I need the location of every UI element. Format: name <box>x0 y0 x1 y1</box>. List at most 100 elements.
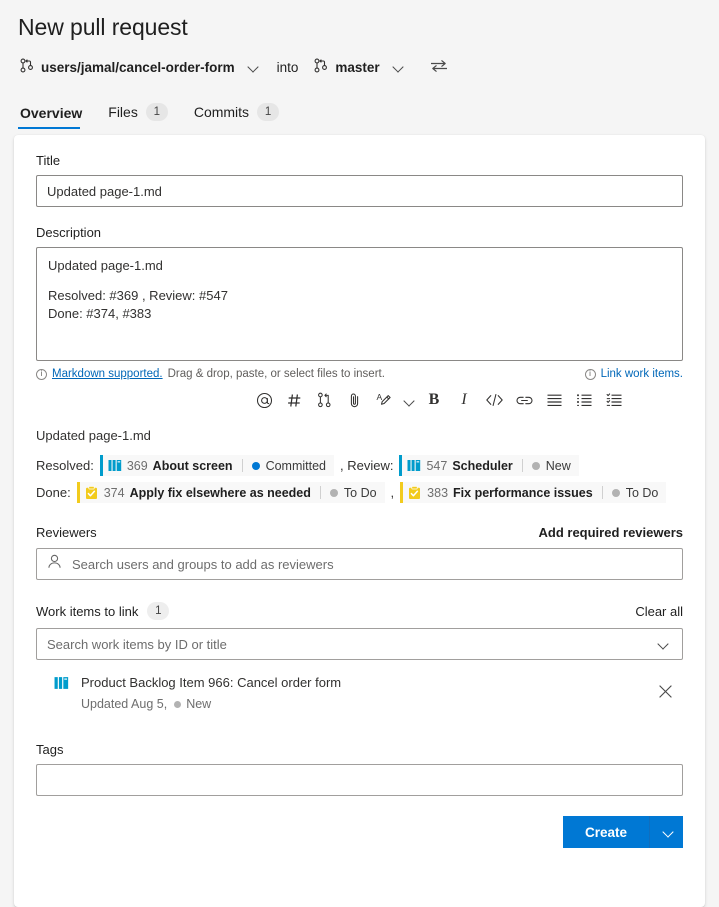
work-items-chevron-down-icon[interactable] <box>658 638 671 651</box>
work-item-hash-icon[interactable] <box>279 387 309 413</box>
task-list-icon[interactable] <box>599 387 629 413</box>
work-item-preview: Updated page-1.md Resolved: 369 About sc… <box>36 428 683 503</box>
swap-branches-icon <box>430 59 448 76</box>
preview-prefix-done: Done: <box>36 485 71 500</box>
linked-work-item-state: New <box>186 697 212 711</box>
work-item-chip[interactable]: 383 Fix performance issues To Do <box>400 482 667 503</box>
work-item-chip[interactable]: 374 Apply fix elsewhere as needed To Do <box>76 482 385 503</box>
source-branch-selector[interactable]: users/jamal/cancel-order-form <box>18 56 263 78</box>
title-input[interactable] <box>36 175 683 207</box>
work-item-id: 383 <box>427 485 449 500</box>
work-item-id: 369 <box>126 458 148 473</box>
state-dot <box>174 700 182 708</box>
bold-icon[interactable]: B <box>419 387 449 413</box>
source-branch-chevron-down-icon <box>248 61 261 74</box>
work-item-title: Scheduler <box>452 458 513 473</box>
description-textarea[interactable]: Updated page-1.md Resolved: #369 , Revie… <box>36 247 683 361</box>
state-dot <box>611 488 620 497</box>
linked-work-item-title[interactable]: Product Backlog Item 966: Cancel order f… <box>81 674 651 692</box>
description-line-3: Done: #374, #383 <box>48 306 152 321</box>
work-item-chip[interactable]: 369 About screen Committed <box>99 455 334 476</box>
reviewers-label: Reviewers <box>36 525 97 540</box>
preview-prefix-resolved: Resolved: <box>36 458 94 473</box>
description-label: Description <box>36 225 102 240</box>
state-dot <box>329 488 338 497</box>
chip-divider <box>319 486 321 499</box>
reviewers-header: Reviewers Add required reviewers <box>36 525 683 540</box>
form-actions: Create <box>36 816 683 848</box>
clear-all-button[interactable]: Clear all <box>635 604 683 619</box>
work-items-header: Work items to link 1 Clear all <box>36 602 683 620</box>
mention-icon[interactable] <box>249 387 279 413</box>
product-backlog-item-icon <box>108 459 122 473</box>
source-branch-name: users/jamal/cancel-order-form <box>41 59 235 75</box>
tab-files-label: Files <box>108 104 138 120</box>
work-item-title: Fix performance issues <box>453 485 593 500</box>
italic-icon[interactable]: I <box>449 387 479 413</box>
create-button[interactable]: Create <box>562 816 649 848</box>
linked-work-item-updated: Updated Aug 5, <box>81 697 168 711</box>
chip-divider <box>241 459 243 472</box>
link-icon[interactable] <box>509 387 539 413</box>
markdown-hint-group: i Markdown supported. Drag & drop, paste… <box>36 368 385 380</box>
tab-overview[interactable]: Overview <box>18 105 92 129</box>
link-work-items-group: i Link work items. <box>584 368 683 380</box>
swap-branches-button[interactable] <box>430 59 448 76</box>
person-icon <box>47 554 62 574</box>
highlight-dropdown-icon[interactable] <box>399 387 419 413</box>
page-title: New pull request <box>18 14 188 40</box>
linked-work-item-row: Product Backlog Item 966: Cancel order f… <box>36 674 683 716</box>
create-dropdown-button[interactable] <box>649 816 683 848</box>
attach-file-icon[interactable] <box>339 387 369 413</box>
work-items-search-placeholder: Search work items by ID or title <box>47 636 227 652</box>
remove-linked-work-item-button[interactable] <box>651 680 679 708</box>
work-items-count: 1 <box>147 602 170 620</box>
reviewers-search-input[interactable]: Search users and groups to add as review… <box>36 548 683 580</box>
product-backlog-item-icon <box>407 459 421 473</box>
preview-separator-resolved: , Review: <box>340 458 394 473</box>
code-icon[interactable] <box>479 387 509 413</box>
work-items-label-group: Work items to link 1 <box>36 602 170 620</box>
preview-separator-done: , <box>390 485 395 500</box>
bulleted-list-icon[interactable] <box>539 387 569 413</box>
description-line-2: Resolved: #369 , Review: #547 <box>48 288 228 303</box>
tags-label: Tags <box>36 742 64 757</box>
markdown-hint-text: Drag & drop, paste, or select files to i… <box>167 368 385 380</box>
pull-request-icon[interactable] <box>309 387 339 413</box>
work-item-state: New <box>545 458 571 473</box>
tab-files[interactable]: Files 1 <box>106 103 178 129</box>
numbered-list-icon[interactable] <box>569 387 599 413</box>
chevron-down-icon <box>663 826 676 839</box>
work-items-search-input[interactable]: Search work items by ID or title <box>36 628 683 660</box>
work-item-title: Apply fix elsewhere as needed <box>129 485 311 500</box>
into-label: into <box>276 59 299 75</box>
work-item-state: Committed <box>265 458 326 473</box>
tags-input[interactable] <box>36 764 683 796</box>
pull-request-form-card: Title Description Updated page-1.md Reso… <box>14 135 705 907</box>
work-items-label: Work items to link <box>36 603 139 619</box>
reviewers-search-placeholder: Search users and groups to add as review… <box>72 556 334 572</box>
markdown-supported-link[interactable]: Markdown supported. <box>52 368 163 380</box>
target-branch-selector[interactable]: master <box>312 56 407 78</box>
work-item-chip[interactable]: 547 Scheduler New <box>399 455 579 476</box>
chip-divider <box>601 486 603 499</box>
work-item-id: 374 <box>103 485 125 500</box>
branch-selector-row: users/jamal/cancel-order-form into maste… <box>18 55 701 79</box>
description-helper-row: i Markdown supported. Drag & drop, paste… <box>36 368 683 380</box>
state-dot <box>251 461 260 470</box>
add-required-reviewers-button[interactable]: Add required reviewers <box>539 525 684 540</box>
task-icon <box>85 485 99 500</box>
highlight-pen-icon[interactable]: A <box>369 387 399 413</box>
preview-filename: Updated page-1.md <box>36 428 151 443</box>
tab-commits-label: Commits <box>193 104 250 120</box>
link-work-items-link[interactable]: Link work items. <box>601 368 683 380</box>
state-dot <box>531 461 540 470</box>
linked-work-item-text: Product Backlog Item 966: Cancel order f… <box>81 674 651 713</box>
pr-tabs: Overview Files 1 Commits 1 <box>18 95 701 129</box>
preview-line-done: Done: 374 Apply fix elsewhere as needed … <box>36 482 683 503</box>
target-branch-name: master <box>335 59 380 75</box>
work-item-state: To Do <box>343 485 377 500</box>
work-item-state: To Do <box>625 485 659 500</box>
preview-line-resolved: Resolved: 369 About screen Committed , R… <box>36 455 683 476</box>
tab-commits[interactable]: Commits 1 <box>192 103 289 129</box>
